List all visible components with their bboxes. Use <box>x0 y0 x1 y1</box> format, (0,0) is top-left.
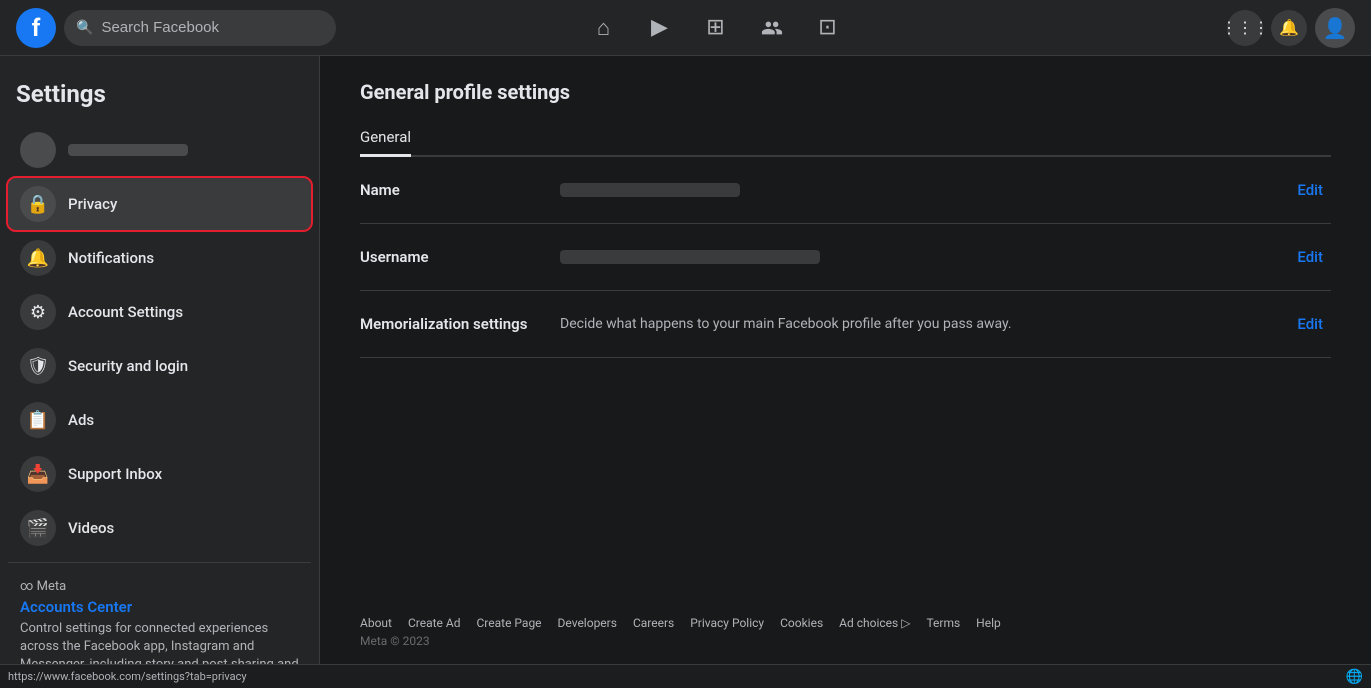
privacy-icon: 🔒 <box>20 186 56 222</box>
footer: About Create Ad Create Page Developers C… <box>320 600 1371 664</box>
topnav-left: f 🔍 <box>16 8 336 48</box>
sidebar-item-label: Security and login <box>68 357 188 375</box>
account-avatar[interactable]: 👤 <box>1315 8 1355 48</box>
setting-value-username <box>560 250 1289 264</box>
sidebar-item-support-inbox[interactable]: 📥 Support Inbox <box>8 448 311 500</box>
footer-link-create-page[interactable]: Create Page <box>476 616 541 630</box>
gaming-nav-btn[interactable]: ⊡ <box>804 4 852 52</box>
status-url: https://www.facebook.com/settings?tab=pr… <box>8 670 247 683</box>
sidebar-item-label: Privacy <box>68 195 117 213</box>
sidebar-item-videos[interactable]: 🎬 Videos <box>8 502 311 554</box>
sidebar-user-avatar <box>20 132 56 168</box>
sidebar-item-account-settings[interactable]: ⚙ Account Settings <box>8 286 311 338</box>
setting-row-name: Name Edit <box>360 157 1331 224</box>
tab-general[interactable]: General <box>360 120 411 157</box>
sidebar-item-ads[interactable]: 📋 Ads <box>8 394 311 446</box>
page-title: General profile settings <box>360 80 1331 104</box>
footer-links: About Create Ad Create Page Developers C… <box>360 616 1331 630</box>
video-nav-btn[interactable]: ▶ <box>636 4 684 52</box>
setting-label-name: Name <box>360 181 560 199</box>
globe-icon: 🌐 <box>1346 669 1363 685</box>
footer-link-terms[interactable]: Terms <box>926 616 960 630</box>
search-bar[interactable]: 🔍 <box>64 10 336 46</box>
footer-link-privacy-policy[interactable]: Privacy Policy <box>690 616 764 630</box>
sidebar-item-label: Notifications <box>68 249 154 267</box>
ads-icon: 📋 <box>20 402 56 438</box>
sidebar-item-label: Account Settings <box>68 303 183 321</box>
sidebar-item-label: Ads <box>68 411 94 429</box>
search-input[interactable] <box>101 19 324 36</box>
memorialization-edit-button[interactable]: Edit <box>1289 311 1331 337</box>
settings-tab-bar: General <box>360 120 1331 157</box>
status-bar: https://www.facebook.com/settings?tab=pr… <box>0 664 1371 688</box>
setting-value-memorialization: Decide what happens to your main Faceboo… <box>560 316 1289 332</box>
videos-icon: 🎬 <box>20 510 56 546</box>
marketplace-nav-btn[interactable]: ⊞ <box>692 4 740 52</box>
name-edit-button[interactable]: Edit <box>1289 177 1331 203</box>
footer-link-careers[interactable]: Careers <box>633 616 674 630</box>
sidebar-user-item[interactable] <box>8 124 311 176</box>
username-value-blurred <box>560 250 820 264</box>
facebook-logo[interactable]: f <box>16 8 56 48</box>
sidebar-item-notifications[interactable]: 🔔 Notifications <box>8 232 311 284</box>
accounts-center-desc: Control settings for connected experienc… <box>20 620 299 664</box>
footer-link-developers[interactable]: Developers <box>558 616 617 630</box>
footer-copyright: Meta © 2023 <box>360 634 1331 648</box>
accounts-center-link[interactable]: Accounts Center <box>20 598 299 616</box>
meta-logo: ∞ Meta <box>20 579 66 594</box>
footer-link-help[interactable]: Help <box>976 616 1001 630</box>
memorialization-description: Decide what happens to your main Faceboo… <box>560 316 1289 332</box>
setting-row-username: Username Edit <box>360 224 1331 291</box>
notifications-icon: 🔔 <box>20 240 56 276</box>
footer-link-create-ad[interactable]: Create Ad <box>408 616 461 630</box>
settings-section: Name Edit Username Edit Memorializ <box>360 157 1331 358</box>
footer-link-ad-choices[interactable]: Ad choices ▷ <box>839 616 910 630</box>
sidebar-item-security-login[interactable]: 🛡 Security and login <box>8 340 311 392</box>
content-area: General profile settings General Name Ed… <box>320 56 1371 600</box>
sidebar-item-label: Videos <box>68 519 114 537</box>
footer-link-about[interactable]: About <box>360 616 392 630</box>
setting-label-memorialization: Memorialization settings <box>360 315 560 333</box>
sidebar-item-privacy[interactable]: 🔒 Privacy <box>8 178 311 230</box>
support-inbox-icon: 📥 <box>20 456 56 492</box>
main-layout: Settings 🔒 Privacy 🔔 Notifications ⚙ Acc… <box>0 56 1371 664</box>
topnav-right: ⋮⋮⋮ 🔔 👤 <box>1095 8 1355 48</box>
setting-value-name <box>560 183 1289 197</box>
meta-logo-row: ∞ Meta <box>20 579 299 594</box>
name-value-blurred <box>560 183 740 197</box>
sidebar-user-name-blurred <box>68 144 188 156</box>
setting-row-memorialization: Memorialization settings Decide what hap… <box>360 291 1331 358</box>
search-icon: 🔍 <box>76 20 93 36</box>
apps-icon-btn[interactable]: ⋮⋮⋮ <box>1227 10 1263 46</box>
setting-label-username: Username <box>360 248 560 266</box>
meta-section: ∞ Meta Accounts Center Control settings … <box>8 571 311 664</box>
account-settings-icon: ⚙ <box>20 294 56 330</box>
username-edit-button[interactable]: Edit <box>1289 244 1331 270</box>
footer-link-cookies[interactable]: Cookies <box>780 616 823 630</box>
sidebar: Settings 🔒 Privacy 🔔 Notifications ⚙ Acc… <box>0 56 320 664</box>
home-nav-btn[interactable]: ⌂ <box>580 4 628 52</box>
topnav-center: ⌂ ▶ ⊞ ⊡ <box>336 4 1095 52</box>
security-icon: 🛡 <box>20 348 56 384</box>
topnav: f 🔍 ⌂ ▶ ⊞ ⊡ ⋮⋮⋮ 🔔 👤 <box>0 0 1371 56</box>
sidebar-item-label: Support Inbox <box>68 465 162 483</box>
sidebar-divider <box>8 562 311 563</box>
notifications-icon-btn[interactable]: 🔔 <box>1271 10 1307 46</box>
groups-nav-btn[interactable] <box>748 4 796 52</box>
main-content: General profile settings General Name Ed… <box>320 56 1371 664</box>
sidebar-title: Settings <box>8 72 311 124</box>
